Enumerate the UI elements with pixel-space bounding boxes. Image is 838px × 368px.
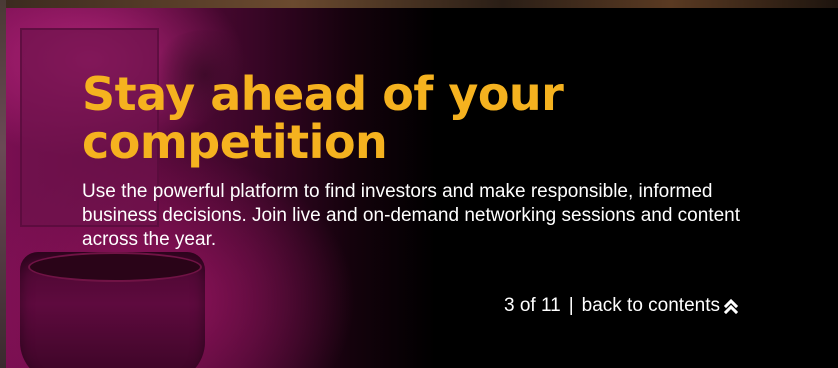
background-photo-top-strip	[0, 0, 838, 8]
hero-content: Stay ahead of your competition Use the p…	[82, 70, 762, 252]
background-photo-left-edge	[0, 0, 6, 368]
back-to-contents-label: back to contents	[581, 295, 720, 316]
pager-separator: |	[568, 295, 574, 316]
page-navigation: 3 of 11 | back to contents	[504, 295, 738, 317]
page-indicator: 3 of 11	[503, 295, 561, 316]
hero-description: Use the powerful platform to find invest…	[82, 181, 741, 250]
back-to-contents-link[interactable]: back to contents	[582, 295, 738, 317]
hero-section: Stay ahead of your competition Use the p…	[0, 0, 838, 368]
background-mug-rim	[28, 252, 202, 282]
double-chevron-up-icon	[724, 298, 738, 314]
hero-title: Stay ahead of your competition	[82, 67, 564, 169]
